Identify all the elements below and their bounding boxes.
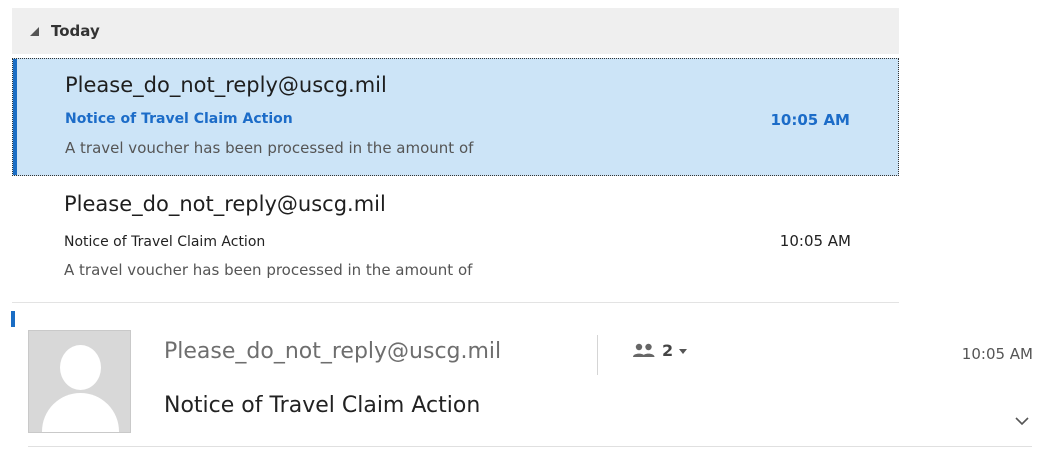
recipient-count: 2 bbox=[662, 341, 674, 360]
reading-pane-marker bbox=[11, 311, 15, 327]
chevron-down-icon[interactable] bbox=[1014, 416, 1030, 426]
message-sender: Please_do_not_reply@uscg.mil bbox=[64, 192, 386, 216]
reading-pane-sender[interactable]: Please_do_not_reply@uscg.mil bbox=[164, 339, 501, 364]
message-subject: Notice of Travel Claim Action bbox=[64, 234, 266, 250]
message-preview: A travel voucher has been processed in t… bbox=[65, 139, 474, 157]
reading-pane-divider bbox=[28, 446, 1032, 447]
default-avatar-icon[interactable] bbox=[28, 330, 131, 433]
message-time: 10:05 AM bbox=[779, 232, 851, 250]
recipients-button[interactable]: 2 bbox=[632, 341, 688, 360]
message-time: 10:05 AM bbox=[770, 111, 850, 129]
collapse-triangle-icon[interactable] bbox=[30, 26, 39, 36]
header-separator bbox=[597, 335, 598, 375]
avatar-body-shape bbox=[42, 393, 119, 432]
dropdown-caret-icon bbox=[679, 349, 688, 354]
reading-pane-subject: Notice of Travel Claim Action bbox=[164, 393, 481, 418]
group-header-today[interactable]: Today bbox=[12, 8, 899, 54]
outlook-mail-view: Today Please_do_not_reply@uscg.mil Notic… bbox=[0, 0, 1043, 451]
message-item[interactable]: Please_do_not_reply@uscg.mil Notice of T… bbox=[12, 180, 899, 300]
message-item-selected[interactable]: Please_do_not_reply@uscg.mil Notice of T… bbox=[12, 58, 899, 176]
message-subject: Notice of Travel Claim Action bbox=[65, 111, 293, 127]
message-sender: Please_do_not_reply@uscg.mil bbox=[65, 73, 387, 97]
avatar-head-shape bbox=[60, 345, 101, 390]
selection-accent-bar bbox=[13, 59, 17, 175]
list-divider bbox=[12, 302, 899, 303]
people-icon bbox=[633, 343, 655, 357]
group-label: Today bbox=[51, 22, 100, 40]
message-preview: A travel voucher has been processed in t… bbox=[64, 261, 473, 279]
reading-pane-time: 10:05 AM bbox=[961, 345, 1033, 363]
